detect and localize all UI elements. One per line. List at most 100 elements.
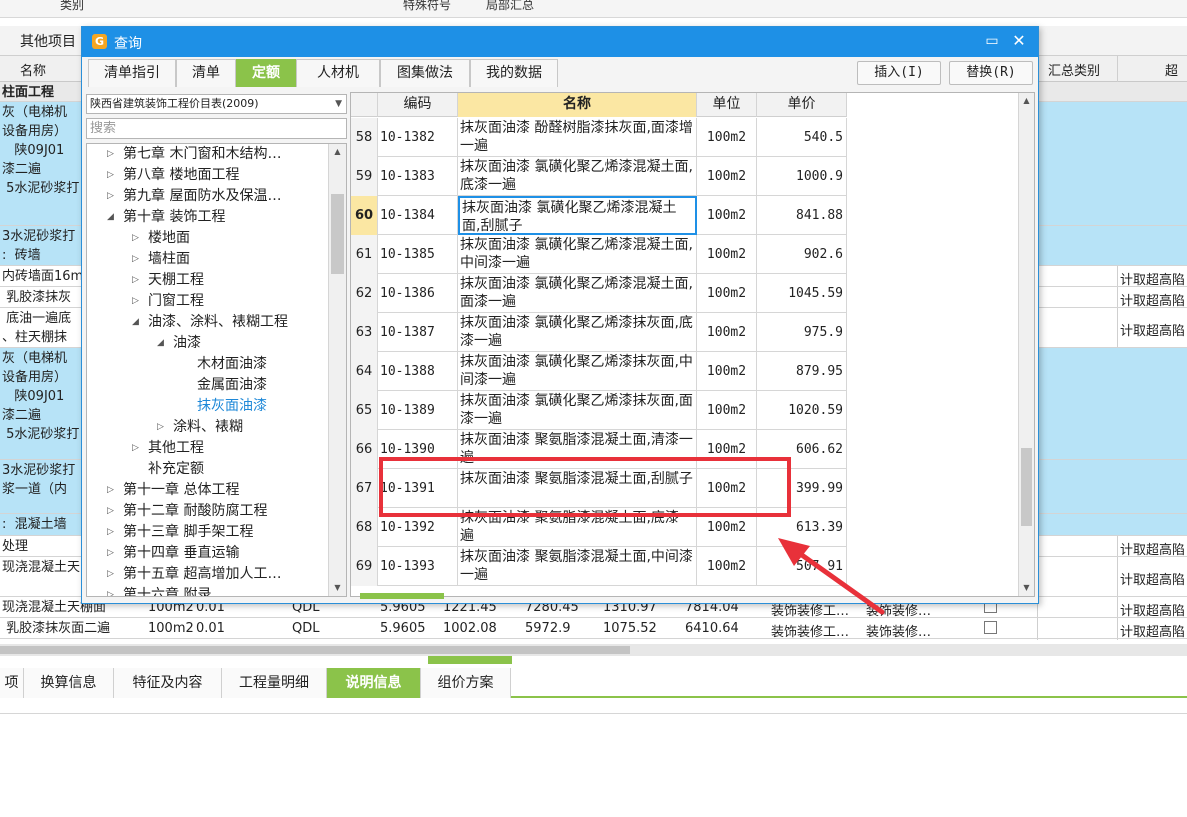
expand-icon[interactable]: ▷ [157,417,169,438]
scroll-down-icon[interactable]: ▼ [329,580,346,596]
row-unit: 100m2 [697,547,757,586]
expand-icon[interactable]: ▷ [132,228,144,249]
row-unit: 100m2 [697,352,757,391]
expand-icon[interactable]: ▷ [107,480,119,501]
dialog-tab[interactable]: 图集做法 [380,59,470,87]
row-over-height: 计取超高陷 [1120,603,1186,618]
dialog-tab[interactable]: 我的数据 [470,59,558,87]
row-checkbox[interactable] [984,621,997,634]
replace-button[interactable]: 替换(R) [949,61,1033,85]
ribbon-item-local-summary[interactable]: 局部汇总 [486,0,534,13]
insert-button[interactable]: 插入(I) [857,61,941,85]
tree-node[interactable]: ▷ 第十一章 总体工程 [107,480,239,501]
row-name: 抹灰面油漆 氯磺化聚乙烯漆抹灰面,底漆一遍 [458,313,697,352]
quota-row[interactable]: 62 10-1386 抹灰面油漆 氯磺化聚乙烯漆混凝土面,面漆一遍 100m2 1045… [351,274,847,313]
tree-node[interactable]: 抹灰面油漆 [181,396,267,417]
collapse-icon[interactable]: ◢ [107,207,119,228]
dialog-tab[interactable]: 定额 [236,59,296,87]
grid-splitter-handle[interactable] [360,593,444,599]
quota-row[interactable]: 58 10-1382 抹灰面油漆 酚醛树脂漆抹灰面,面漆增一遍 100m2 540.5 [351,118,847,157]
quota-row[interactable]: 65 10-1389 抹灰面油漆 氯磺化聚乙烯漆抹灰面,面漆一遍 100m2 1020.… [351,391,847,430]
col-code[interactable]: 编码 [378,93,458,117]
tree-node[interactable]: ▷ 第八章 楼地面工程 [107,165,239,186]
tree-node[interactable]: ▷ 第十六章 附录 [107,585,211,596]
bottom-tab[interactable]: 说明信息 [327,668,421,698]
quota-row[interactable]: 60 10-1384 抹灰面油漆 氯磺化聚乙烯漆混凝土面,刮腻子 100m2 841.8… [351,196,847,235]
search-input[interactable]: 搜索 [86,118,347,139]
tree-node[interactable]: ▷ 第十四章 垂直运输 [107,543,239,564]
tree-node[interactable]: ◢ 第十章 装饰工程 [107,207,225,228]
expand-icon[interactable]: ▷ [107,186,119,207]
dialog-tab[interactable]: 清单指引 [88,59,176,87]
row-price: 540.5 [757,118,847,157]
col-name[interactable]: 名称 [458,93,697,117]
close-icon[interactable]: ✕ [1008,30,1030,52]
expand-icon[interactable]: ▷ [107,585,119,596]
quota-row[interactable]: 59 10-1383 抹灰面油漆 氯磺化聚乙烯漆混凝土面,底漆一遍 100m2 1000… [351,157,847,196]
expand-icon[interactable]: ▷ [132,249,144,270]
quota-row[interactable]: 63 10-1387 抹灰面油漆 氯磺化聚乙烯漆抹灰面,底漆一遍 100m2 975.9 [351,313,847,352]
splitter-handle[interactable] [428,656,512,664]
tree-node[interactable]: ▷ 第七章 木门窗和木结构… [107,144,281,165]
expand-icon[interactable]: ▷ [107,543,119,564]
tree-scrollbar[interactable]: ▲ ▼ [328,144,346,596]
tree-node[interactable]: 补充定额 [132,459,204,480]
expand-icon[interactable]: ▷ [132,270,144,291]
tree-node-label: 第十四章 垂直运输 [123,545,240,561]
expand-icon[interactable]: ▷ [132,291,144,312]
expand-icon[interactable]: ▷ [132,438,144,459]
expand-icon[interactable]: ▷ [107,501,119,522]
row-over-height: 计取超高陷 [1120,573,1186,588]
dialog-tab[interactable]: 人材机 [296,59,380,87]
expand-icon[interactable]: ▷ [107,165,119,186]
tree-node[interactable]: ▷ 涂料、裱糊 [157,417,243,438]
tree-node-label: 油漆 [173,335,201,351]
tree-node[interactable]: ▷ 第九章 屋面防水及保温… [107,186,281,207]
dialog-tab[interactable]: 清单 [176,59,236,87]
collapse-icon[interactable]: ◢ [132,312,144,333]
quota-row[interactable]: 61 10-1385 抹灰面油漆 氯磺化聚乙烯漆混凝土面,中间漆一遍 100m2 902… [351,235,847,274]
quota-row[interactable]: 64 10-1388 抹灰面油漆 氯磺化聚乙烯漆抹灰面,中间漆一遍 100m2 879.… [351,352,847,391]
tree-node-label: 天棚工程 [148,272,204,288]
horizontal-scrollbar[interactable] [0,644,1187,656]
bottom-tab[interactable]: 项 [0,668,24,698]
tree-node[interactable]: 金属面油漆 [181,375,267,396]
tree-node[interactable]: ▷ 楼地面 [132,228,190,249]
tree-node[interactable]: ▷ 第十五章 超高增加人工… [107,564,281,585]
bottom-tab[interactable]: 特征及内容 [114,668,222,698]
scroll-down-icon[interactable]: ▼ [1019,580,1034,596]
tree-node[interactable]: ◢ 油漆、涂料、裱糊工程 [132,312,288,333]
ribbon-item-special-symbol[interactable]: 特殊符号 [403,0,451,13]
dialog-titlebar[interactable]: G 查询 ▭ ✕ [82,27,1038,57]
tree-node[interactable]: ▷ 门窗工程 [132,291,204,312]
bottom-tab[interactable]: 工程量明细 [222,668,327,698]
col-unit[interactable]: 单位 [697,93,757,117]
row-index: 66 [351,430,378,469]
tree-node[interactable]: ▷ 第十二章 耐酸防腐工程 [107,501,267,522]
tree-node[interactable]: ◢ 油漆 [157,333,201,354]
expand-icon[interactable]: ▷ [107,144,119,165]
col-price[interactable]: 单价 [757,93,847,117]
scroll-up-icon[interactable]: ▲ [1019,93,1034,109]
collapse-icon[interactable]: ◢ [157,333,169,354]
library-select[interactable]: 陕西省建筑装饰工程价目表(2009) ▼ [86,94,347,114]
bottom-tab[interactable]: 组价方案 [421,668,511,698]
tree-node[interactable]: 木材面油漆 [181,354,267,375]
row-price: 1045.59 [757,274,847,313]
tree-node[interactable]: ▷ 第十三章 脚手架工程 [107,522,253,543]
bottom-tab[interactable]: 换算信息 [24,668,114,698]
maximize-icon[interactable]: ▭ [982,31,1002,51]
chevron-down-icon: ▼ [335,99,342,109]
table-row[interactable]: 乳胶漆抹灰面二遍 计取超高陷 100m2 0.01 QDL 5.9605 1002.08 59… [0,618,1187,639]
row-cell: QDL [292,621,320,636]
scroll-up-icon[interactable]: ▲ [329,144,346,160]
grid-scrollbar[interactable]: ▲ ▼ [1018,93,1034,596]
expand-icon[interactable]: ▷ [107,564,119,585]
expand-icon[interactable]: ▷ [107,522,119,543]
row-index: 69 [351,547,378,586]
tab-other-items[interactable]: 其他项目 [20,31,76,51]
ribbon-item-category[interactable]: 类别 [60,0,84,13]
tree-node[interactable]: ▷ 墙柱面 [132,249,190,270]
tree-node[interactable]: ▷ 其他工程 [132,438,204,459]
tree-node[interactable]: ▷ 天棚工程 [132,270,204,291]
